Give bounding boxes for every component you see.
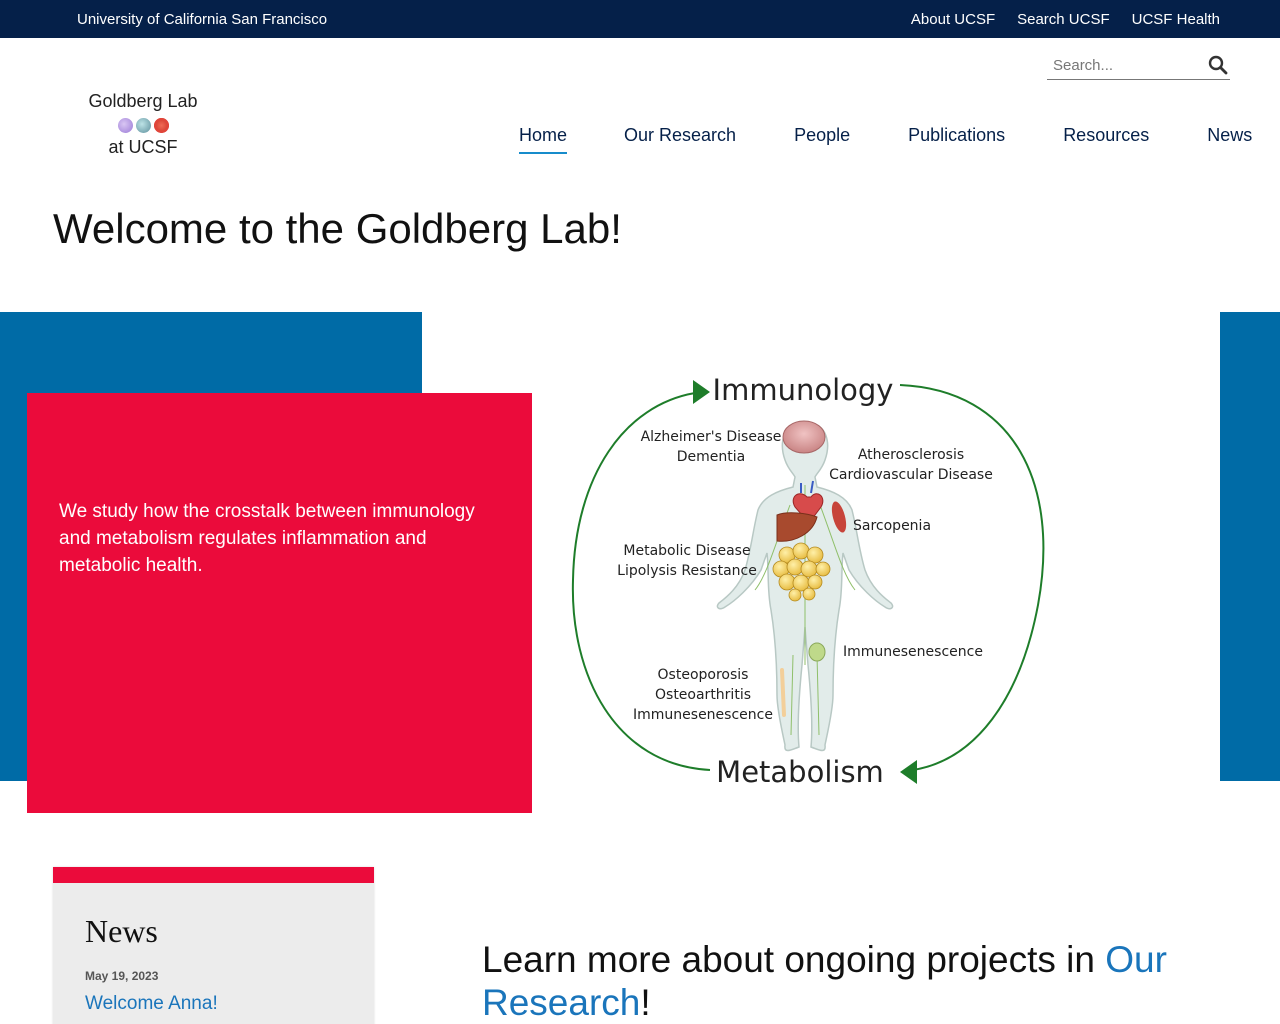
lymphocyte-icon <box>117 117 133 133</box>
right-cycle-arc <box>899 384 1045 771</box>
nav-resources[interactable]: Resources <box>1063 125 1149 154</box>
ucsf-health-link[interactable]: UCSF Health <box>1132 11 1220 28</box>
news-card: News May 19, 2023 Welcome Anna! <box>53 867 374 1024</box>
label-lipolysis-resistance: Lipolysis Resistance <box>617 563 757 579</box>
label-metabolic-disease: Metabolic Disease <box>623 543 750 559</box>
label-atherosclerosis: Atherosclerosis <box>858 447 964 463</box>
hero-blue-panel-right <box>1220 312 1280 781</box>
search-icon[interactable] <box>1208 55 1228 75</box>
news-item-link[interactable]: Welcome Anna! <box>85 993 218 1015</box>
utility-links: About UCSF Search UCSF UCSF Health <box>911 11 1220 28</box>
ucsf-home-link[interactable]: University of California San Francisco <box>77 11 327 28</box>
label-sarcopenia: Sarcopenia <box>853 518 931 534</box>
top-utility-bar: University of California San Francisco A… <box>0 0 1280 38</box>
arrow-to-metabolism-icon <box>900 760 917 784</box>
nav-home[interactable]: Home <box>519 125 568 154</box>
immunology-metabolism-diagram: Immunology Metabolism Alzheimer's Diseas… <box>571 373 1045 789</box>
hero-statement-box: We study how the crosstalk between immun… <box>27 393 532 813</box>
label-immunesenescence-left: Immunesenescence <box>633 707 773 723</box>
label-dementia: Dementia <box>677 449 745 465</box>
nav-publications[interactable]: Publications <box>908 125 1005 154</box>
learn-more-heading: Learn more about ongoing projects in Our… <box>482 938 1242 1024</box>
label-osteoarthritis: Osteoarthritis <box>655 687 751 703</box>
activated-cell-icon <box>153 117 169 133</box>
learn-more-suffix: ! <box>640 982 651 1023</box>
main-nav: Home Our Research People Publications Re… <box>519 125 1252 154</box>
diagram-bottom-label: Metabolism <box>716 755 884 789</box>
logo-cells <box>85 116 201 134</box>
logo-line-1: Goldberg Lab <box>88 91 198 111</box>
diagram-top-label: Immunology <box>713 373 894 407</box>
nav-news[interactable]: News <box>1207 125 1252 154</box>
nav-people[interactable]: People <box>794 125 850 154</box>
label-immunesenescence-right: Immunesenescence <box>843 644 983 660</box>
learn-more-prefix: Learn more about ongoing projects in <box>482 939 1106 980</box>
label-alzheimers: Alzheimer's Disease <box>641 429 782 445</box>
arrow-to-immunology-icon <box>693 380 710 404</box>
site-search <box>1047 52 1230 80</box>
search-input[interactable] <box>1047 52 1197 78</box>
about-ucsf-link[interactable]: About UCSF <box>911 11 995 28</box>
hero-statement: We study how the crosstalk between immun… <box>59 501 475 576</box>
page-title: Welcome to the Goldberg Lab! <box>53 205 622 252</box>
news-heading: News <box>85 913 158 949</box>
monocyte-icon <box>135 117 151 133</box>
logo-line-2: at UCSF <box>108 137 178 157</box>
site-logo[interactable]: Goldberg Lab at UCSF <box>85 90 201 158</box>
search-ucsf-link[interactable]: Search UCSF <box>1017 11 1110 28</box>
news-date: May 19, 2023 <box>85 969 159 983</box>
label-cardiovascular: Cardiovascular Disease <box>829 467 993 483</box>
nav-our-research[interactable]: Our Research <box>624 125 736 154</box>
label-osteoporosis: Osteoporosis <box>658 667 749 683</box>
